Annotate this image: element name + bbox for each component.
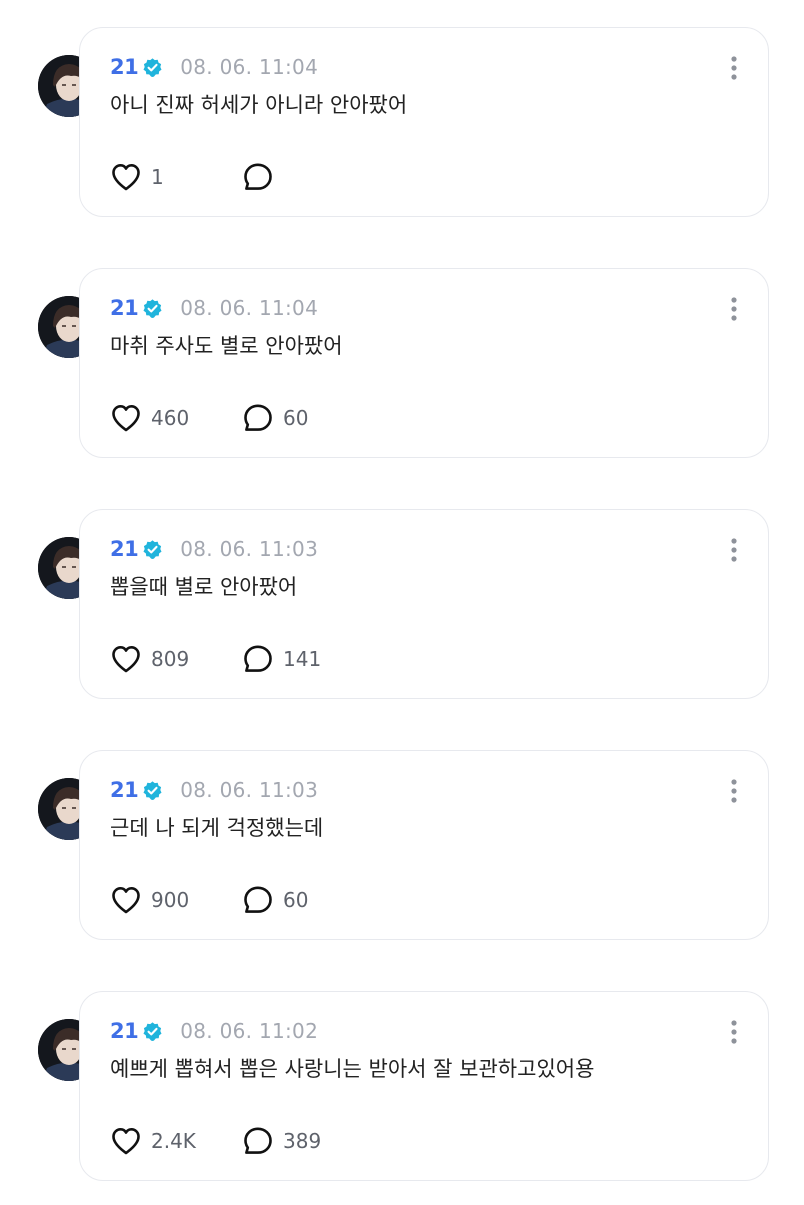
verified-badge-icon bbox=[143, 298, 162, 318]
comment-count: 141 bbox=[283, 647, 322, 671]
like-count: 2.4K bbox=[151, 1129, 196, 1153]
heart-icon bbox=[112, 1128, 140, 1155]
verified-badge-icon bbox=[143, 539, 162, 559]
comment-button[interactable] bbox=[241, 160, 283, 194]
heart-icon bbox=[112, 646, 140, 673]
verified-badge-icon bbox=[143, 1021, 162, 1041]
post-text: 근데 나 되게 걱정했는데 bbox=[110, 816, 324, 840]
post-item: 21 08. 06. 11:04 아니 진짜 허세가 아니라 안아팠어 1 bbox=[0, 27, 804, 227]
heart-icon bbox=[112, 405, 140, 432]
comment-bubble-icon bbox=[244, 163, 272, 190]
comment-button[interactable]: 60 bbox=[241, 883, 308, 917]
post-meta: 21 08. 06. 11:03 bbox=[110, 775, 318, 805]
post-item: 21 08. 06. 11:04 마취 주사도 별로 안아팠어 460 60 bbox=[0, 268, 804, 468]
verified-badge-icon bbox=[143, 57, 162, 77]
more-vertical-icon[interactable] bbox=[722, 1018, 746, 1046]
more-vertical-icon[interactable] bbox=[722, 536, 746, 564]
like-button[interactable]: 1 bbox=[109, 160, 241, 194]
post-text: 아니 진짜 허세가 아니라 안아팠어 bbox=[110, 93, 408, 117]
post-item: 21 08. 06. 11:03 근데 나 되게 걱정했는데 900 60 bbox=[0, 750, 804, 950]
post-card: 21 08. 06. 11:02 예쁘게 뽑혀서 뽑은 사랑니는 받아서 잘 보… bbox=[79, 991, 769, 1181]
heart-icon bbox=[112, 164, 140, 191]
post-text: 예쁘게 뽑혀서 뽑은 사랑니는 받아서 잘 보관하고있어용 bbox=[110, 1057, 595, 1081]
comment-count: 389 bbox=[283, 1129, 322, 1153]
comment-count: 60 bbox=[283, 888, 309, 912]
comment-bubble-icon bbox=[244, 404, 272, 431]
post-actions: 460 60 bbox=[109, 401, 308, 435]
like-button[interactable]: 900 bbox=[109, 883, 241, 917]
post-meta: 21 08. 06. 11:04 bbox=[110, 293, 318, 323]
comment-bubble-icon bbox=[244, 1127, 272, 1154]
like-count: 900 bbox=[151, 888, 190, 912]
heart-icon bbox=[112, 887, 140, 914]
like-button[interactable]: 460 bbox=[109, 401, 241, 435]
timestamp: 08. 06. 11:03 bbox=[180, 537, 319, 561]
post-actions: 900 60 bbox=[109, 883, 308, 917]
timestamp: 08. 06. 11:02 bbox=[180, 1019, 319, 1043]
verified-badge-icon bbox=[143, 780, 162, 800]
post-item: 21 08. 06. 11:03 뽑을때 별로 안아팠어 809 141 bbox=[0, 509, 804, 709]
timestamp: 08. 06. 11:04 bbox=[180, 55, 319, 79]
author-name[interactable]: 21 bbox=[110, 55, 139, 79]
post-item: 21 08. 06. 11:02 예쁘게 뽑혀서 뽑은 사랑니는 받아서 잘 보… bbox=[0, 991, 804, 1191]
post-text: 마취 주사도 별로 안아팠어 bbox=[110, 334, 343, 358]
more-vertical-icon[interactable] bbox=[722, 777, 746, 805]
more-vertical-icon[interactable] bbox=[722, 54, 746, 82]
like-count: 809 bbox=[151, 647, 190, 671]
post-text: 뽑을때 별로 안아팠어 bbox=[110, 575, 298, 599]
post-card: 21 08. 06. 11:04 아니 진짜 허세가 아니라 안아팠어 1 bbox=[79, 27, 769, 217]
post-card: 21 08. 06. 11:04 마취 주사도 별로 안아팠어 460 60 bbox=[79, 268, 769, 458]
timestamp: 08. 06. 11:04 bbox=[180, 296, 319, 320]
post-meta: 21 08. 06. 11:03 bbox=[110, 534, 318, 564]
post-card: 21 08. 06. 11:03 뽑을때 별로 안아팠어 809 141 bbox=[79, 509, 769, 699]
post-meta: 21 08. 06. 11:04 bbox=[110, 52, 318, 82]
comment-feed: 21 08. 06. 11:04 아니 진짜 허세가 아니라 안아팠어 1 21… bbox=[0, 0, 804, 1205]
timestamp: 08. 06. 11:03 bbox=[180, 778, 319, 802]
post-actions: 1 bbox=[109, 160, 283, 194]
post-actions: 2.4K 389 bbox=[109, 1124, 321, 1158]
comment-button[interactable]: 141 bbox=[241, 642, 321, 676]
post-meta: 21 08. 06. 11:02 bbox=[110, 1016, 318, 1046]
like-count: 460 bbox=[151, 406, 190, 430]
author-name[interactable]: 21 bbox=[110, 537, 139, 561]
more-vertical-icon[interactable] bbox=[722, 295, 746, 323]
comment-bubble-icon bbox=[244, 645, 272, 672]
comment-button[interactable]: 60 bbox=[241, 401, 308, 435]
comment-button[interactable]: 389 bbox=[241, 1124, 321, 1158]
author-name[interactable]: 21 bbox=[110, 1019, 139, 1043]
post-actions: 809 141 bbox=[109, 642, 321, 676]
author-name[interactable]: 21 bbox=[110, 296, 139, 320]
post-card: 21 08. 06. 11:03 근데 나 되게 걱정했는데 900 60 bbox=[79, 750, 769, 940]
comment-count: 60 bbox=[283, 406, 309, 430]
like-button[interactable]: 809 bbox=[109, 642, 241, 676]
comment-bubble-icon bbox=[244, 886, 272, 913]
author-name[interactable]: 21 bbox=[110, 778, 139, 802]
like-count: 1 bbox=[151, 165, 164, 189]
like-button[interactable]: 2.4K bbox=[109, 1124, 241, 1158]
